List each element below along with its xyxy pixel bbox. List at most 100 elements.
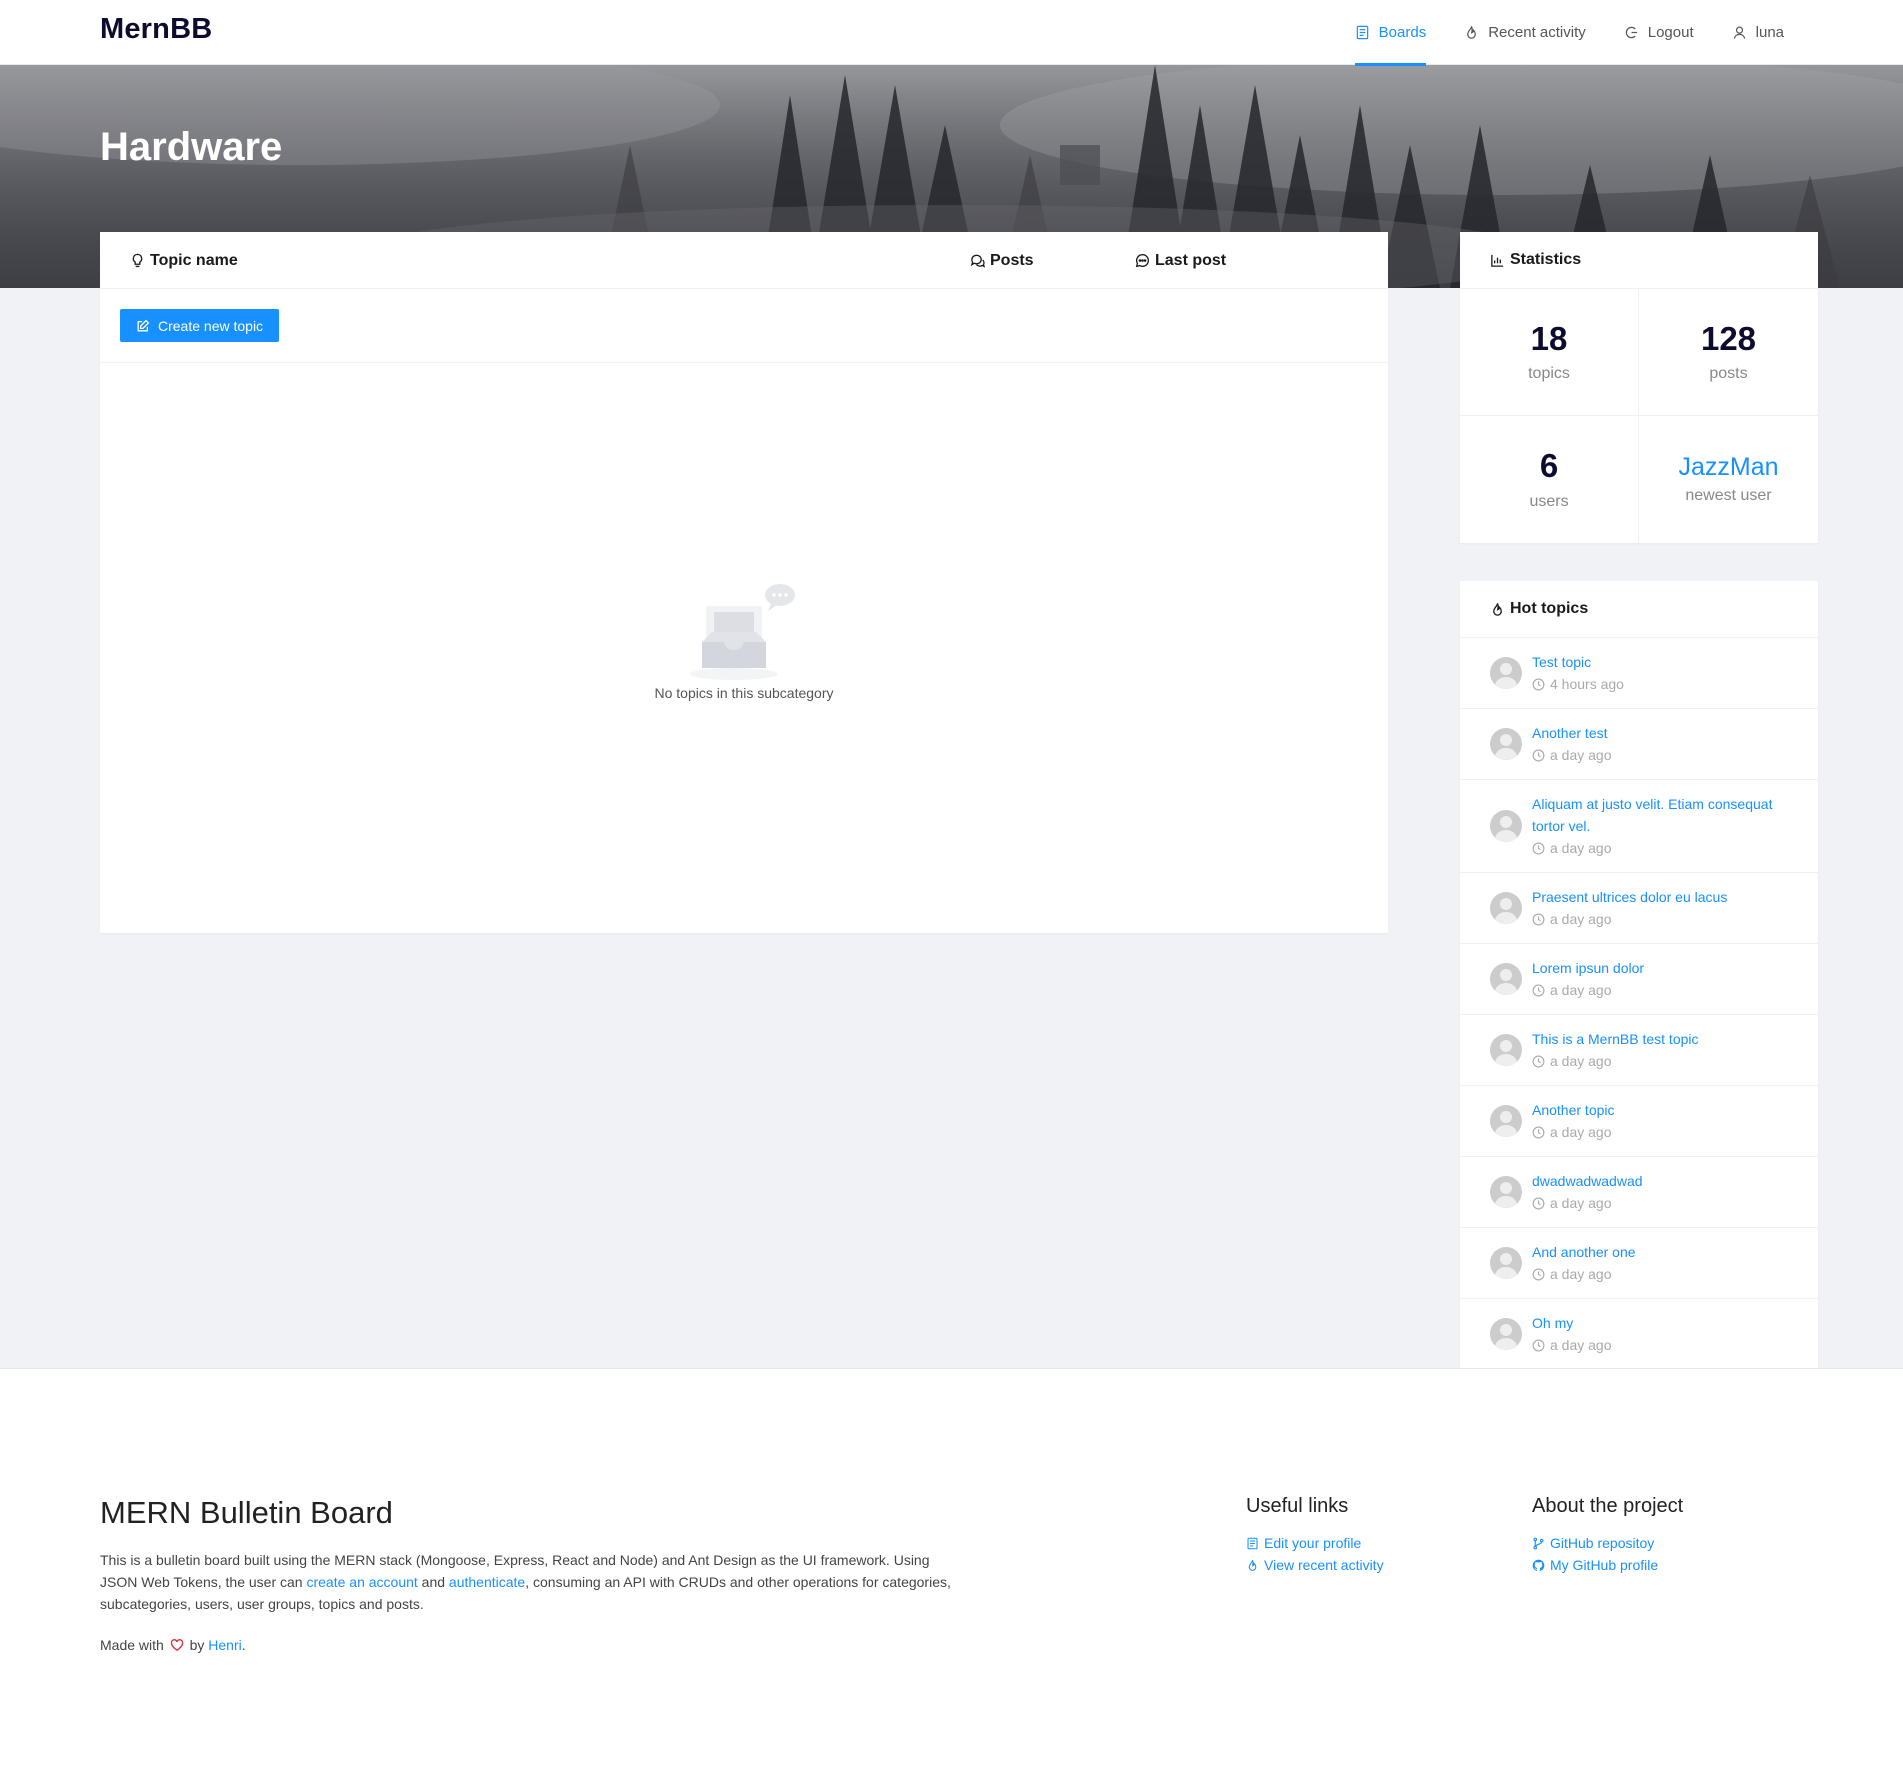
hot-topic-time-text: a day ago	[1550, 1053, 1612, 1069]
fire-icon	[1467, 26, 1477, 39]
avatar[interactable]	[1490, 728, 1522, 760]
newest-user-link[interactable]: JazzMan	[1678, 453, 1778, 482]
stat-posts-label: posts	[1709, 365, 1748, 383]
column-posts[interactable]: Posts	[970, 232, 1034, 289]
bulb-icon	[132, 253, 143, 268]
nav-logout[interactable]: Logout	[1605, 0, 1713, 65]
hot-topic-link[interactable]: This is a MernBB test topic	[1532, 1028, 1699, 1050]
nav-recent-activity[interactable]: Recent activity	[1445, 0, 1605, 65]
hot-topic-link[interactable]: Another test	[1532, 722, 1612, 744]
statistics-card: Statistics 18 topics 128 posts 6 users J…	[1460, 232, 1818, 543]
avatar[interactable]	[1490, 1034, 1522, 1066]
hot-topic-time-text: a day ago	[1550, 840, 1612, 856]
empty-state-text: No topics in this subcategory	[654, 685, 834, 701]
column-last-post[interactable]: Last post	[1135, 232, 1226, 289]
list-item: Praesent ultrices dolor eu lacus a day a…	[1460, 873, 1818, 944]
hot-topic-time: a day ago	[1532, 744, 1612, 766]
hot-topic-link[interactable]: Test topic	[1532, 651, 1624, 673]
create-topic-button[interactable]: Create new topic	[120, 309, 280, 342]
github-profile-link[interactable]: My GitHub profile	[1532, 1554, 1683, 1576]
top-header: MernBB Boards Recent activity Logout lun…	[0, 0, 1903, 66]
create-account-link[interactable]: create an account	[306, 1574, 417, 1590]
fire-icon	[1493, 602, 1502, 616]
avatar[interactable]	[1490, 892, 1522, 924]
list-item: Aliquam at justo velit. Etiam consequat …	[1460, 780, 1818, 873]
author-link[interactable]: Henri	[208, 1637, 241, 1653]
book-icon	[1356, 25, 1368, 40]
main-nav: Boards Recent activity Logout luna	[1336, 0, 1803, 66]
column-topic-name[interactable]: Topic name	[130, 232, 238, 289]
statistics-title: Statistics	[1510, 251, 1582, 268]
clock-icon	[1532, 1197, 1545, 1209]
github-icon	[1532, 1559, 1545, 1571]
hot-topic-link[interactable]: Lorem ipsun dolor	[1532, 957, 1644, 979]
hot-topic-link[interactable]: dwadwadwadwad	[1532, 1170, 1643, 1192]
edit-profile-label: Edit your profile	[1264, 1535, 1362, 1551]
heart-icon	[170, 1639, 183, 1652]
hot-topics-list: Test topic 4 hours ago Another test a da…	[1460, 638, 1818, 1369]
about-project-title: About the project	[1532, 1495, 1684, 1517]
nav-boards[interactable]: Boards	[1336, 0, 1446, 66]
hot-topic-time: a day ago	[1532, 908, 1727, 930]
hot-topic-time-text: a day ago	[1550, 1124, 1612, 1140]
create-topic-label: Create new topic	[158, 317, 264, 334]
edit-profile-link[interactable]: Edit your profile	[1246, 1532, 1384, 1554]
hot-topic-time: a day ago	[1532, 979, 1644, 1001]
newest-user-label: newest user	[1685, 487, 1772, 505]
column-posts-label: Posts	[990, 251, 1034, 269]
made-with-text: Made with	[100, 1637, 164, 1653]
made-by-text: by	[189, 1637, 205, 1653]
hot-topic-link[interactable]: Praesent ultrices dolor eu lacus	[1532, 886, 1727, 908]
clock-icon	[1532, 913, 1545, 925]
book-icon	[1247, 1537, 1258, 1549]
hot-topics-title: Hot topics	[1510, 600, 1589, 617]
hot-topic-time-text: a day ago	[1550, 747, 1612, 763]
topics-table-header: Topic name Posts Last post	[100, 232, 1388, 289]
comments-icon	[970, 254, 985, 268]
avatar[interactable]	[1490, 1105, 1522, 1137]
list-item: This is a MernBB test topic a day ago	[1460, 1015, 1818, 1086]
avatar[interactable]	[1490, 1318, 1522, 1350]
made-suffix: .	[241, 1637, 246, 1653]
hot-topic-link[interactable]: Another topic	[1532, 1099, 1615, 1121]
avatar[interactable]	[1490, 963, 1522, 995]
hot-topic-link[interactable]: Aliquam at justo velit. Etiam consequat …	[1532, 793, 1788, 837]
hot-topic-link[interactable]: Oh my	[1532, 1312, 1612, 1334]
stat-posts: 128 posts	[1639, 289, 1818, 416]
list-item: Lorem ipsun dolor a day ago	[1460, 944, 1818, 1015]
stat-users-label: users	[1529, 492, 1569, 510]
nav-recent-activity-label: Recent activity	[1488, 24, 1586, 41]
avatar[interactable]	[1490, 657, 1522, 689]
hot-topics-header: Hot topics	[1460, 581, 1818, 638]
hot-topic-link[interactable]: And another one	[1532, 1241, 1636, 1263]
fire-icon	[1248, 1559, 1257, 1571]
avatar[interactable]	[1490, 1176, 1522, 1208]
hot-topic-time: a day ago	[1532, 1334, 1612, 1356]
authenticate-link[interactable]: authenticate	[449, 1574, 525, 1590]
avatar[interactable]	[1490, 1247, 1522, 1279]
site-logo[interactable]: MernBB	[100, 13, 212, 46]
statistics-grid: 18 topics 128 posts 6 users JazzMan newe…	[1460, 289, 1818, 543]
stat-topics-label: topics	[1528, 365, 1570, 383]
clock-icon	[1532, 749, 1545, 761]
topics-card: Topic name Posts Last post Create new to…	[100, 232, 1388, 933]
column-last-post-label: Last post	[1155, 251, 1227, 269]
github-repository-label: GitHub repositoy	[1550, 1535, 1655, 1551]
branch-icon	[1533, 1537, 1544, 1549]
stat-users-count: 6	[1539, 447, 1559, 485]
github-profile-label: My GitHub profile	[1550, 1557, 1659, 1573]
stat-users: 6 users	[1460, 416, 1639, 543]
hot-topic-time-text: a day ago	[1550, 982, 1612, 998]
hot-topics-card: Hot topics Test topic 4 hours ago Anothe…	[1460, 581, 1818, 1369]
page-footer: MERN Bulletin Board This is a bulletin b…	[0, 1368, 1903, 1783]
hot-topic-time: a day ago	[1532, 1050, 1699, 1072]
footer-title: MERN Bulletin Board	[100, 1495, 393, 1530]
chart-icon	[1491, 254, 1504, 267]
github-repository-link[interactable]: GitHub repositoy	[1532, 1532, 1683, 1554]
hot-topic-time-text: a day ago	[1550, 911, 1612, 927]
stat-newest-user: JazzMan newest user	[1639, 416, 1818, 543]
avatar[interactable]	[1490, 810, 1522, 842]
hot-topic-time: 4 hours ago	[1532, 673, 1624, 695]
view-recent-activity-link[interactable]: View recent activity	[1246, 1554, 1384, 1576]
nav-user[interactable]: luna	[1713, 0, 1803, 65]
